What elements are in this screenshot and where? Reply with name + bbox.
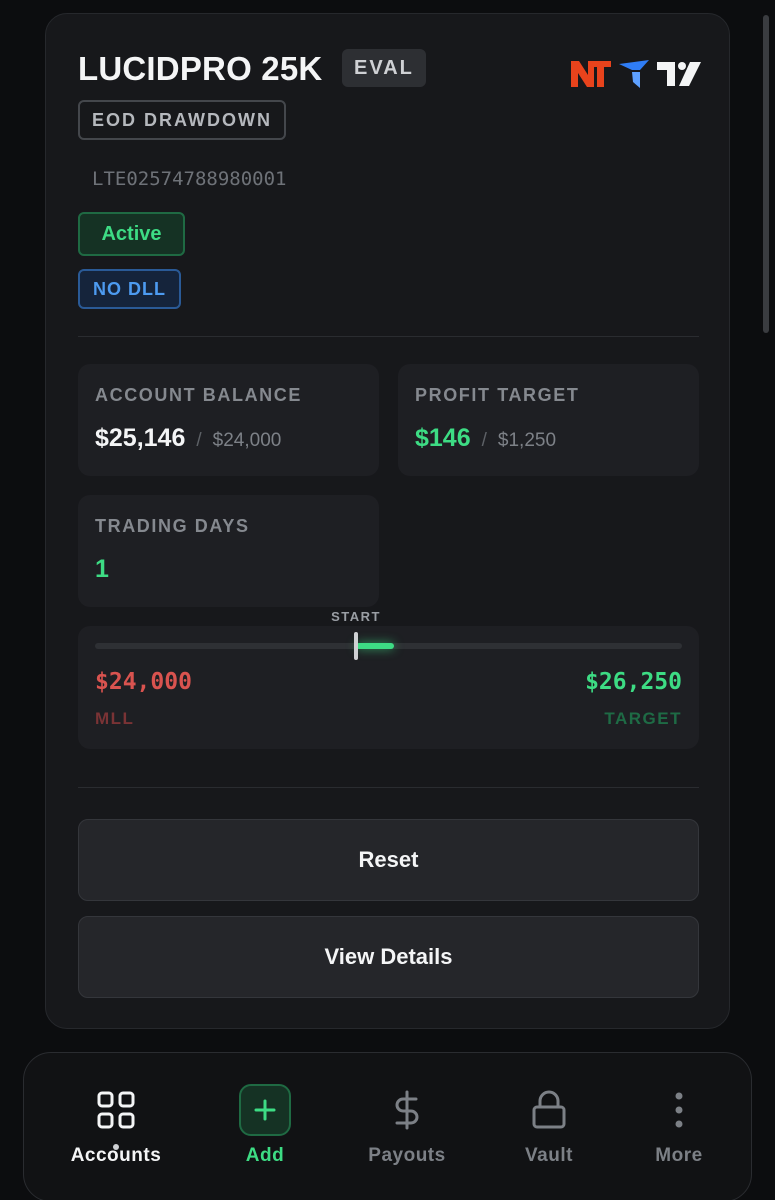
mll-value: $24,000 — [95, 669, 192, 695]
scrollbar[interactable] — [763, 15, 769, 333]
tradingview-icon — [657, 62, 701, 86]
target-label: TARGET — [604, 709, 682, 728]
target-value: $26,250 — [585, 669, 682, 695]
tradovate-icon — [619, 60, 649, 88]
drawdown-progress-panel: START $24,000 $26,250 MLL TARGET — [78, 609, 699, 749]
nav-label: Payouts — [368, 1145, 446, 1166]
nav-label: More — [655, 1145, 703, 1166]
plus-icon — [239, 1084, 291, 1136]
phase-badge: EVAL — [342, 49, 426, 87]
account-balance-box: ACCOUNT BALANCE $25,146 / $24,000 — [78, 364, 379, 476]
platform-logos — [571, 60, 701, 88]
account-id: LTE02574788980001 — [92, 168, 287, 190]
start-label: START — [331, 609, 381, 624]
lock-icon — [523, 1084, 575, 1136]
trading-days-label: TRADING DAYS — [95, 516, 250, 536]
profit-target-box: PROFIT TARGET $146 / $1,250 — [398, 364, 699, 476]
account-balance-label: ACCOUNT BALANCE — [95, 385, 302, 405]
start-marker — [354, 632, 358, 660]
nav-more[interactable]: More — [619, 1053, 739, 1183]
nav-label: Vault — [525, 1145, 573, 1166]
grid-icon — [90, 1084, 142, 1136]
nav-add[interactable]: Add — [205, 1053, 325, 1183]
profit-target-label: PROFIT TARGET — [415, 385, 580, 405]
profit-target-value: $1,250 — [497, 430, 557, 451]
dll-badge: NO DLL — [78, 269, 181, 309]
nav-label: Accounts — [70, 1145, 162, 1166]
starting-balance: $24,000 — [212, 430, 282, 451]
status-badge: Active — [78, 212, 185, 256]
nav-label: Add — [245, 1145, 285, 1166]
view-details-button[interactable]: View Details — [78, 916, 699, 998]
progress-fill — [356, 643, 394, 649]
nav-vault[interactable]: Vault — [489, 1053, 609, 1183]
account-balance-value: $25,146 — [95, 424, 186, 452]
profit-value: $146 — [415, 424, 471, 452]
reset-button[interactable]: Reset — [78, 819, 699, 901]
ninjatrader-icon — [571, 61, 611, 87]
account-title: LUCIDPRO 25K — [78, 50, 323, 87]
trading-days-value: 1 — [95, 555, 109, 583]
progress-track — [95, 632, 682, 660]
nav-payouts[interactable]: Payouts — [347, 1053, 467, 1183]
nav-accounts[interactable]: Accounts — [56, 1053, 176, 1183]
drawdown-type-tag: EOD DRAWDOWN — [78, 100, 286, 140]
account-card: LUCIDPRO 25K EVAL EOD DRAWDOWN LTE025747… — [45, 13, 730, 1029]
dollar-icon — [381, 1084, 433, 1136]
trading-days-box: TRADING DAYS 1 — [78, 495, 379, 607]
profit-separator: / — [481, 430, 487, 451]
divider — [78, 336, 699, 337]
bottom-nav: Accounts Add Payouts Vault More — [23, 1052, 752, 1200]
divider — [78, 787, 699, 788]
balance-separator: / — [196, 430, 202, 451]
mll-label: MLL — [95, 709, 135, 728]
more-vertical-icon — [653, 1084, 705, 1136]
